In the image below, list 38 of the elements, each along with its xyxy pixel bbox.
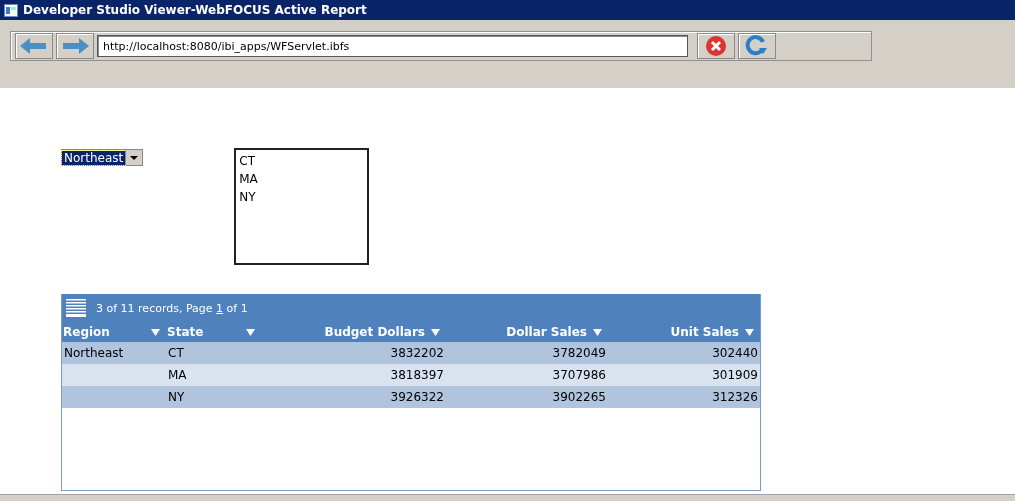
sort-icon[interactable] — [246, 328, 255, 336]
sort-icon[interactable] — [745, 328, 754, 336]
menu-icon[interactable] — [66, 298, 86, 318]
table-cell-text: 3926322 — [389, 389, 445, 406]
table-cell-text: 3818397 — [389, 367, 445, 384]
table-cell-text: 3707986 — [551, 367, 607, 384]
table-cell-text: CT — [167, 345, 185, 362]
sort-icon[interactable] — [151, 328, 160, 336]
table-cell-text: 3782049 — [551, 345, 607, 362]
region-dropdown[interactable]: Northeast — [61, 149, 144, 166]
column-header[interactable]: Dollar Sales — [446, 322, 608, 342]
window-title: Developer Studio Viewer-WebFOCUS Active Report — [23, 3, 367, 17]
stop-button[interactable] — [697, 33, 735, 59]
column-header[interactable]: Budget Dollars — [261, 322, 446, 342]
back-button[interactable] — [15, 33, 53, 59]
refresh-button[interactable] — [738, 33, 776, 59]
column-header[interactable]: Region — [62, 322, 166, 342]
table-cell-text: NY — [167, 389, 186, 406]
address-field[interactable]: http://localhost:8080/ibi_apps/WFServlet.ibfs — [97, 35, 688, 57]
list-item[interactable]: NY — [239, 188, 365, 206]
sort-icon[interactable] — [431, 328, 440, 336]
table-cell-text: MA — [167, 367, 188, 384]
list-item[interactable]: MA — [239, 170, 365, 188]
caret-icon — [130, 155, 139, 160]
state-listbox[interactable]: CT MA NY — [234, 148, 370, 265]
column-header[interactable]: State — [166, 322, 261, 342]
app-icon — [4, 3, 18, 17]
list-item[interactable]: CT — [239, 152, 365, 170]
sort-icon[interactable] — [593, 328, 602, 336]
record-count: 3 of 11 records, Page 1 of 1 — [96, 301, 248, 315]
table-cell-text: 3832202 — [389, 345, 445, 362]
table-cell-text: 301909 — [711, 367, 759, 384]
table-cell-text: 312326 — [711, 389, 759, 406]
table-cell-text: 3902265 — [551, 389, 607, 406]
table-cell-text: 302440 — [711, 345, 759, 362]
forward-button[interactable] — [56, 33, 94, 59]
column-header[interactable]: Unit Sales — [608, 322, 760, 342]
table-cell-text: Northeast — [63, 345, 125, 362]
